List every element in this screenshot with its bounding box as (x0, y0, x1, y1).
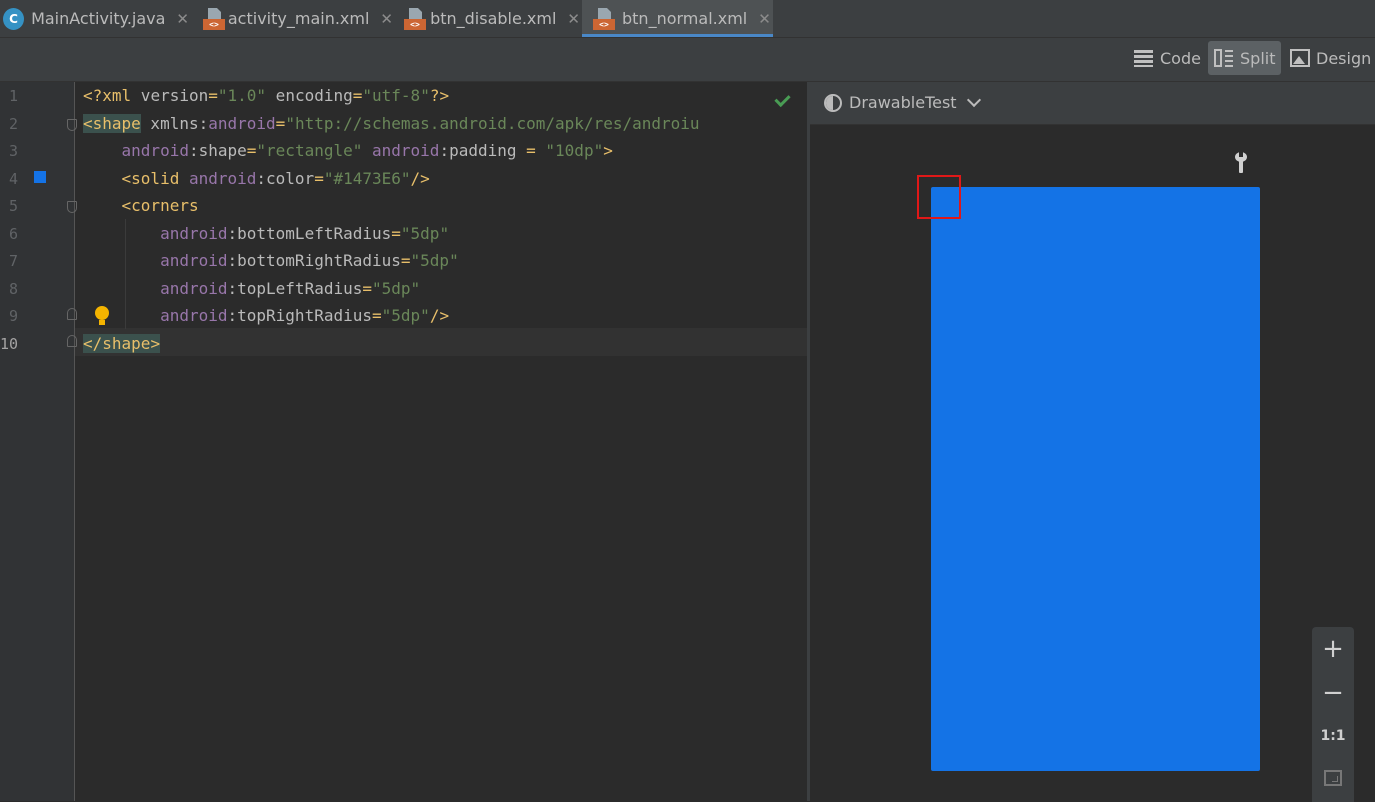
line-number: 2 (9, 115, 19, 133)
editor-tab-bar: C MainActivity.java ✕ <> activity_main.x… (0, 0, 1375, 38)
code-line-2: <shape xmlns:android="http://schemas.and… (83, 114, 700, 133)
fold-open-icon[interactable] (67, 201, 77, 213)
current-line-highlight (75, 328, 807, 356)
line-number: 3 (9, 142, 19, 160)
zoom-out-button[interactable]: − (1312, 673, 1354, 713)
theme-label: DrawableTest (849, 93, 957, 112)
view-mode-toolbar: Code Split Design (0, 38, 1375, 82)
zoom-controls: + − 1:1 (1312, 627, 1354, 802)
tab-label: MainActivity.java (31, 9, 166, 28)
code-line-6: android:bottomLeftRadius="5dp" (160, 224, 450, 243)
code-line-4: <solid android:color="#1473E6"/> (121, 169, 430, 188)
tab-btn-normal-xml[interactable]: <> btn_normal.xml ✕ (582, 0, 773, 37)
line-number: 1 (9, 87, 19, 105)
theme-selector[interactable]: DrawableTest (824, 92, 981, 112)
line-number: 7 (9, 252, 19, 270)
image-icon (1290, 49, 1310, 67)
code-line-3: android:shape="rectangle" android:paddin… (121, 141, 613, 160)
zoom-to-fit-button[interactable] (1312, 758, 1354, 798)
code-line-9: android:topRightRadius="5dp"/> (160, 306, 450, 325)
code-view-button[interactable]: Code (1128, 41, 1207, 75)
zoom-actual-size-button[interactable]: 1:1 (1312, 716, 1354, 756)
split-view-icon (1214, 49, 1234, 67)
code-view-label: Code (1160, 48, 1201, 68)
xml-file-icon: <> (203, 7, 225, 30)
code-editor[interactable]: 1 2 3 4 5 6 7 8 9 10 <?xml version="1.0"… (0, 82, 807, 801)
code-line-5: <corners (121, 196, 199, 215)
fold-close-icon[interactable] (67, 335, 77, 347)
close-icon[interactable]: ✕ (380, 10, 393, 28)
close-icon[interactable]: ✕ (176, 10, 189, 28)
line-number: 5 (9, 197, 19, 215)
close-icon[interactable]: ✕ (567, 10, 580, 28)
code-line-1: <?xml version="1.0" encoding="utf-8"?> (83, 86, 450, 105)
xml-file-icon: <> (593, 7, 615, 30)
preview-toolbar: DrawableTest (810, 82, 1375, 125)
line-number-current: 10 (0, 335, 19, 353)
tab-btn-disable-xml[interactable]: <> btn_disable.xml ✕ (404, 0, 580, 37)
selection-highlight-box (917, 175, 961, 219)
line-number: 6 (9, 225, 19, 243)
code-view-icon (1134, 49, 1154, 67)
tab-label: btn_disable.xml (430, 9, 557, 28)
line-number: 9 (9, 307, 19, 325)
code-line-8: android:topLeftRadius="5dp" (160, 279, 421, 298)
tab-label: activity_main.xml (227, 9, 370, 28)
drawable-shape-preview[interactable] (931, 187, 1260, 771)
code-line-10: </shape> (83, 334, 161, 353)
fold-open-icon[interactable] (67, 119, 77, 131)
fit-screen-icon (1324, 770, 1342, 786)
code-content: <?xml version="1.0" encoding="utf-8"?> <… (83, 82, 700, 353)
theme-icon (824, 93, 842, 112)
java-class-icon: C (3, 7, 25, 30)
active-tab-indicator (582, 34, 773, 37)
split-view-label: Split (1240, 48, 1276, 68)
line-number: 8 (9, 280, 19, 298)
tab-activity-main-xml[interactable]: <> activity_main.xml ✕ (203, 0, 393, 37)
design-view-button[interactable]: Design (1284, 41, 1375, 75)
code-line-7: android:bottomRightRadius="5dp" (160, 251, 459, 270)
chevron-down-icon (966, 92, 981, 108)
design-view-label: Design (1316, 48, 1372, 68)
no-problems-check-icon (776, 92, 792, 102)
close-icon[interactable]: ✕ (758, 10, 771, 28)
split-view-button[interactable]: Split (1208, 41, 1282, 75)
xml-file-icon: <> (404, 7, 426, 30)
wrench-icon[interactable] (1234, 151, 1248, 174)
zoom-in-button[interactable]: + (1312, 629, 1354, 669)
fold-close-icon[interactable] (67, 308, 77, 320)
color-swatch-icon[interactable] (34, 171, 46, 183)
design-preview-pane: DrawableTest + − 1:1 (810, 82, 1375, 802)
tab-label: btn_normal.xml (622, 9, 748, 28)
tab-mainactivity-java[interactable]: C MainActivity.java ✕ (3, 0, 189, 37)
